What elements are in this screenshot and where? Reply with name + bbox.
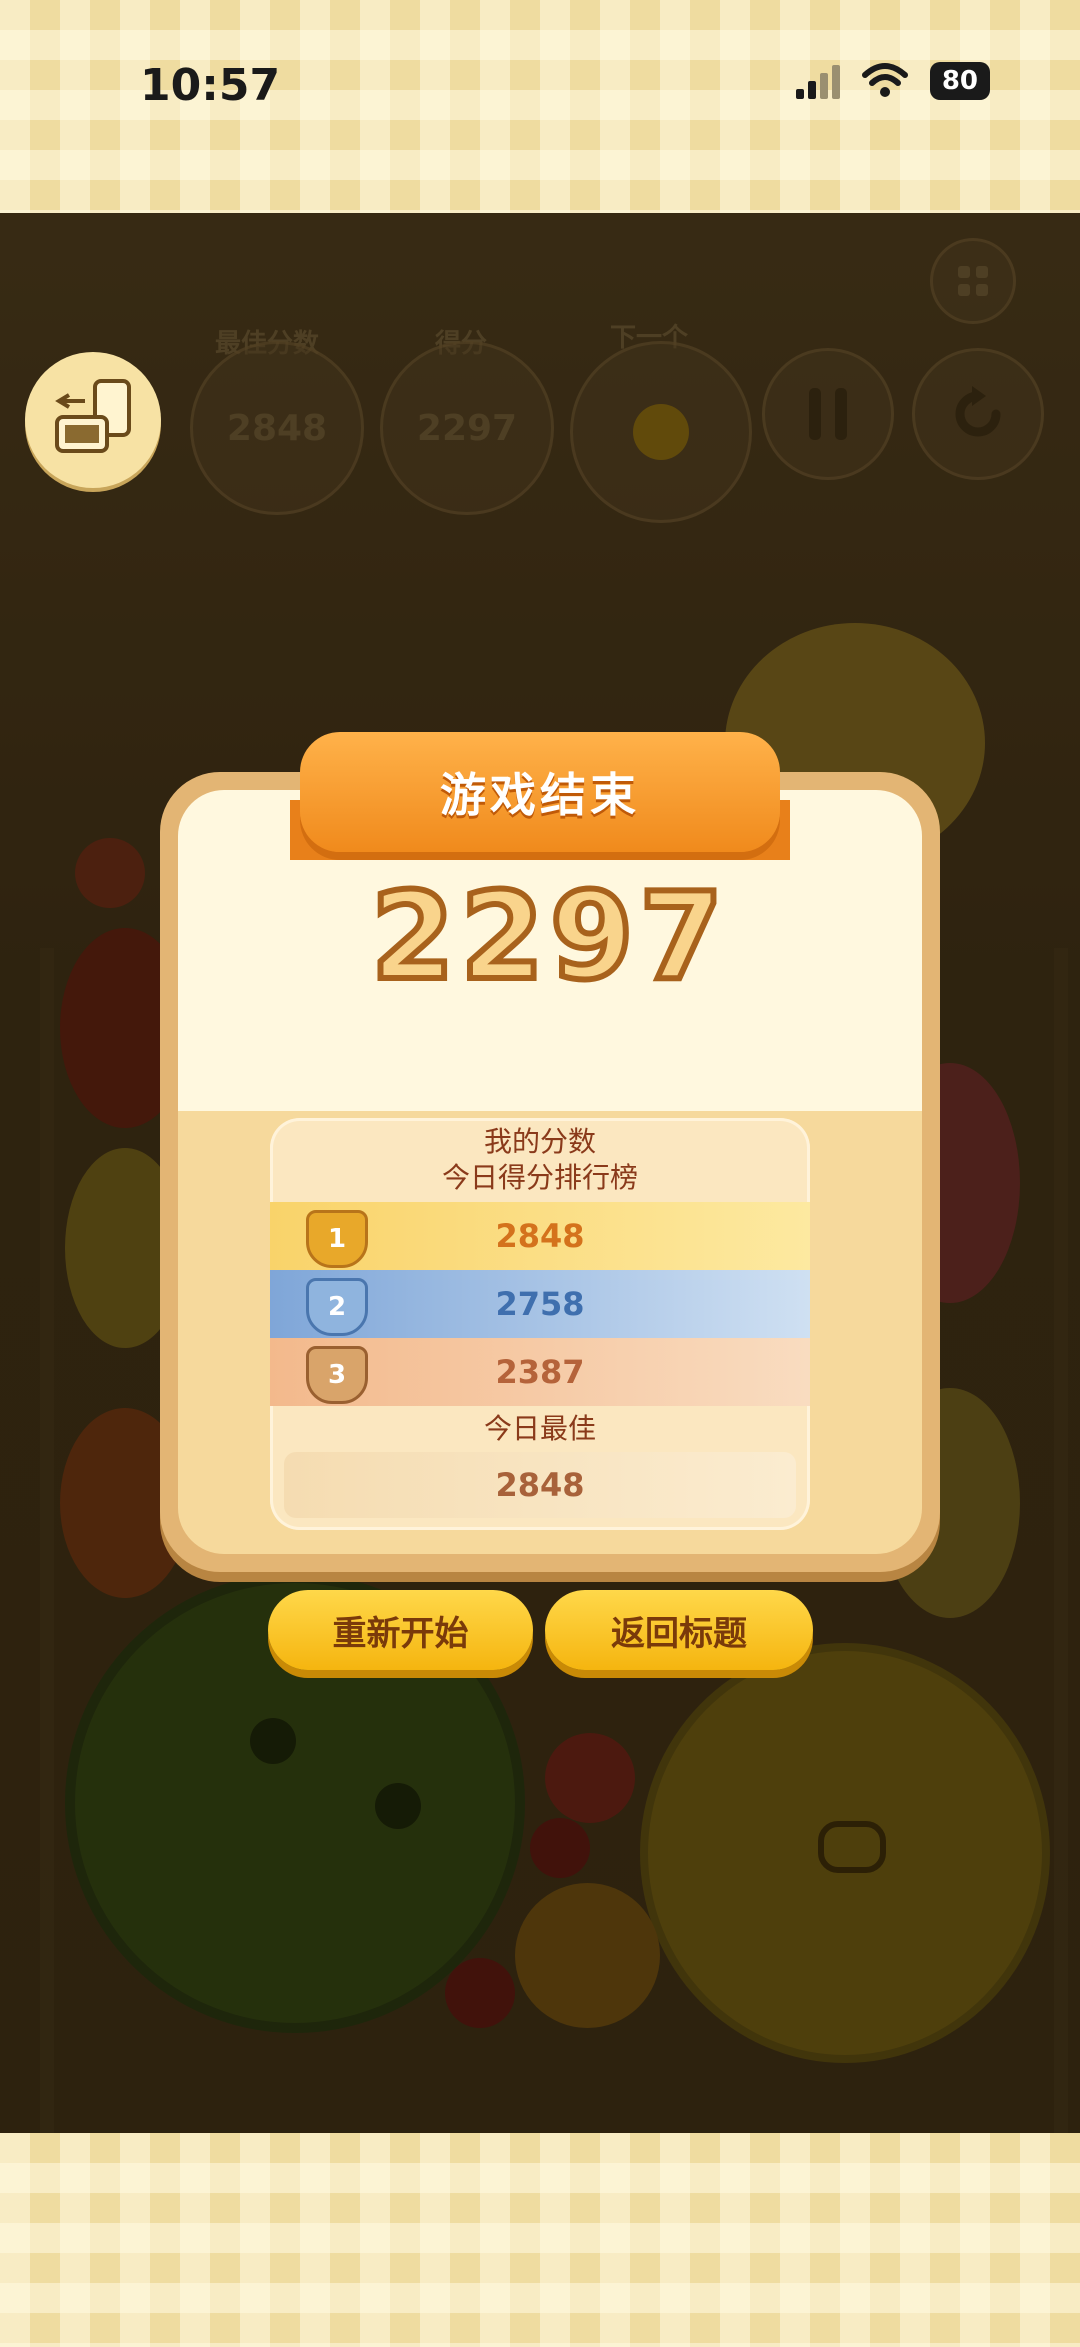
rank-row-2: 2 2758 xyxy=(270,1270,810,1338)
rotate-screen-button[interactable] xyxy=(25,352,161,488)
final-score: 2297 xyxy=(368,865,729,1010)
today-best-label: 今日最佳 xyxy=(483,1412,596,1445)
rotate-screen-icon xyxy=(55,379,131,453)
wifi-icon xyxy=(861,63,908,97)
medal-icon: 3 xyxy=(306,1346,368,1404)
status-time: 10:57 xyxy=(140,60,281,111)
title-ribbon: 游戏结束 xyxy=(300,732,780,852)
today-ranking-label: 今日得分排行榜 xyxy=(441,1161,638,1194)
rank-score: 2387 xyxy=(495,1353,585,1391)
status-icons: 80 xyxy=(795,62,990,100)
today-best-value: 2848 xyxy=(284,1452,796,1518)
restart-button-label: 重新开始 xyxy=(332,1613,469,1654)
dialog-title: 游戏结束 xyxy=(440,768,640,822)
rank-row-3: 3 2387 xyxy=(270,1338,810,1406)
leaderboard: 我的分数 今日得分排行榜 1 2848 2 2758 3 2387 今日最佳 2… xyxy=(270,1118,810,1530)
restart-button[interactable]: 重新开始 xyxy=(268,1590,533,1670)
medal-icon: 1 xyxy=(306,1210,368,1268)
back-to-title-label: 返回标题 xyxy=(611,1613,747,1654)
back-to-title-button[interactable]: 返回标题 xyxy=(545,1590,813,1670)
battery-indicator: 80 xyxy=(929,62,990,100)
rank-score: 2758 xyxy=(495,1285,585,1323)
rank-number: 1 xyxy=(327,1224,347,1254)
rank-number: 2 xyxy=(327,1292,347,1322)
medal-icon: 2 xyxy=(306,1278,368,1336)
rank-row-1: 1 2848 xyxy=(270,1202,810,1270)
top-decor-band: 10:57 80 xyxy=(0,0,1080,213)
rank-score: 2848 xyxy=(495,1217,585,1255)
my-score-label: 我的分数 xyxy=(483,1125,596,1158)
signal-icon xyxy=(795,63,840,99)
rank-number: 3 xyxy=(327,1360,347,1390)
bottom-decor-band xyxy=(0,2133,1080,2347)
